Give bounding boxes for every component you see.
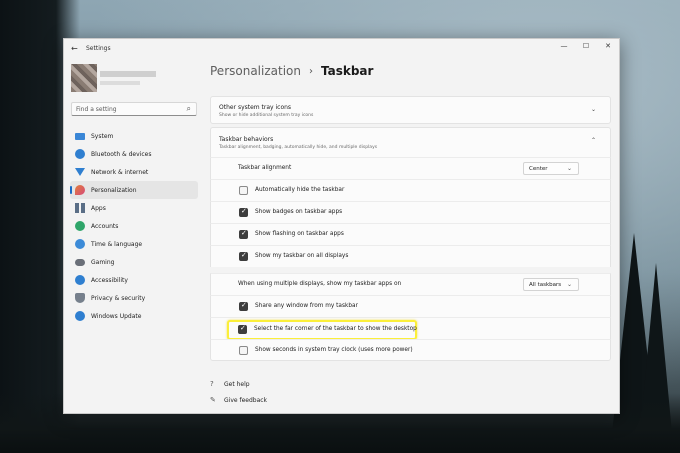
badges-checkbox[interactable] <box>239 207 248 217</box>
sidebar-item-accounts[interactable]: Accounts <box>70 217 198 235</box>
help-icon: ? <box>210 380 214 388</box>
setting-label: Select the far corner of the taskbar to … <box>254 326 417 332</box>
setting-label: Show my taskbar on all displays <box>255 253 349 259</box>
section-subtitle: Taskbar alignment, badging, automaticall… <box>219 145 378 150</box>
avatar[interactable] <box>71 64 97 92</box>
feedback-icon: ✎ <box>210 396 216 404</box>
sidebar-item-system[interactable]: System <box>70 127 198 145</box>
maximize-button[interactable]: ☐ <box>575 39 597 53</box>
chevron-up-icon[interactable]: ⌃ <box>591 137 596 144</box>
close-button[interactable]: ✕ <box>597 39 619 53</box>
accounts-icon <box>75 221 85 231</box>
sidebar-item-apps[interactable]: Apps <box>70 199 198 217</box>
sidebar-item-privacy[interactable]: Privacy & security <box>70 289 198 307</box>
multi-display-dropdown[interactable]: All taskbars ⌄ <box>523 278 579 291</box>
sidebar-item-windows-update[interactable]: Windows Update <box>70 307 198 325</box>
network-icon <box>75 168 85 176</box>
setting-row-flashing[interactable]: Show flashing on taskbar apps <box>210 223 611 245</box>
taskbar-alignment-dropdown[interactable]: Center ⌄ <box>523 162 579 175</box>
user-email-blurred <box>100 81 140 85</box>
all-displays-checkbox[interactable] <box>239 251 248 261</box>
section-subtitle: Show or hide additional system tray icon… <box>219 113 314 118</box>
setting-row-auto-hide[interactable]: Automatically hide the taskbar <box>210 179 611 201</box>
search-input[interactable] <box>76 105 182 114</box>
page-title: Taskbar <box>320 64 374 78</box>
privacy-icon <box>75 293 85 303</box>
dropdown-value: All taskbars <box>529 282 562 288</box>
setting-row-seconds[interactable]: Show seconds in system tray clock (uses … <box>210 339 611 361</box>
accessibility-icon <box>75 275 85 285</box>
sidebar-item-time-language[interactable]: Time & language <box>70 235 198 253</box>
chevron-down-icon: ⌄ <box>566 165 572 172</box>
setting-label: Share any window from my taskbar <box>255 303 358 309</box>
sidebar-item-label: Apps <box>91 204 106 212</box>
setting-row-all-displays[interactable]: Show my taskbar on all displays <box>210 245 611 267</box>
time-language-icon <box>75 239 85 249</box>
breadcrumb: Personalization › Taskbar <box>210 64 373 78</box>
sidebar-item-gaming[interactable]: Gaming <box>70 253 198 271</box>
sidebar-item-label: Bluetooth & devices <box>91 150 152 158</box>
sidebar-nav: System Bluetooth & devices Network & int… <box>70 127 198 325</box>
get-help-label: Get help <box>224 380 250 388</box>
sidebar-item-label: Windows Update <box>91 312 142 320</box>
user-name-blurred <box>100 71 156 77</box>
setting-label: Taskbar alignment <box>238 165 292 171</box>
sidebar-item-network[interactable]: Network & internet <box>70 163 198 181</box>
window-controls: — ☐ ✕ <box>553 39 619 53</box>
give-feedback-label: Give feedback <box>224 396 268 404</box>
setting-row-badges[interactable]: Show badges on taskbar apps <box>210 201 611 223</box>
share-window-checkbox[interactable] <box>239 301 248 311</box>
sidebar-item-personalization[interactable]: Personalization <box>70 181 198 199</box>
windows-update-icon <box>75 311 85 321</box>
system-icon <box>75 132 85 140</box>
get-help-link[interactable]: ? Get help <box>210 380 250 388</box>
sidebar-item-label: Accessibility <box>91 276 128 284</box>
sidebar-item-bluetooth[interactable]: Bluetooth & devices <box>70 145 198 163</box>
setting-row-taskbar-alignment: Taskbar alignment Center ⌄ <box>210 157 611 179</box>
setting-label: Automatically hide the taskbar <box>255 187 345 193</box>
sidebar-item-label: Gaming <box>91 258 115 266</box>
search-icon[interactable]: ⌕ <box>187 104 191 114</box>
dropdown-value: Center <box>529 166 548 172</box>
give-feedback-link[interactable]: ✎ Give feedback <box>210 396 267 404</box>
minimize-button[interactable]: — <box>553 39 575 53</box>
bluetooth-icon <box>75 149 85 159</box>
breadcrumb-separator: › <box>308 65 313 77</box>
setting-row-share-window[interactable]: Share any window from my taskbar <box>210 295 611 317</box>
far-corner-highlight[interactable]: Select the far corner of the taskbar to … <box>227 320 417 340</box>
sidebar-item-label: Privacy & security <box>91 294 146 302</box>
section-title: Other system tray icons <box>219 104 292 111</box>
sidebar-item-label: Personalization <box>91 186 137 194</box>
sidebar-item-accessibility[interactable]: Accessibility <box>70 271 198 289</box>
chevron-down-icon[interactable]: ⌄ <box>591 106 596 113</box>
section-title: Taskbar behaviors <box>219 136 274 143</box>
section-taskbar-behaviors[interactable]: Taskbar behaviors Taskbar alignment, bad… <box>210 127 611 157</box>
section-other-tray-icons[interactable]: Other system tray icons Show or hide add… <box>210 96 611 124</box>
sidebar-item-label: System <box>91 132 114 140</box>
back-arrow-icon[interactable]: ← <box>71 44 78 54</box>
setting-label: Show seconds in system tray clock (uses … <box>255 347 413 353</box>
personalization-icon <box>75 185 85 195</box>
window-title: Settings <box>86 45 111 52</box>
chevron-down-icon: ⌄ <box>566 281 572 288</box>
sidebar-item-label: Time & language <box>91 240 143 248</box>
apps-icon <box>75 203 85 213</box>
setting-row-multi-display: When using multiple displays, show my ta… <box>210 273 611 295</box>
setting-label: Show badges on taskbar apps <box>255 209 343 215</box>
sidebar-item-label: Accounts <box>91 222 119 230</box>
sidebar-item-label: Network & internet <box>91 168 149 176</box>
flashing-checkbox[interactable] <box>239 229 248 239</box>
far-corner-checkbox[interactable] <box>238 324 247 334</box>
titlebar: ← Settings — ☐ ✕ <box>64 39 619 59</box>
setting-label: When using multiple displays, show my ta… <box>238 281 402 287</box>
auto-hide-checkbox[interactable] <box>239 186 248 195</box>
seconds-checkbox[interactable] <box>239 346 248 355</box>
gaming-icon <box>75 258 85 266</box>
search-box[interactable]: ⌕ <box>71 102 197 116</box>
settings-window: ← Settings — ☐ ✕ ⌕ System Bluetooth & de… <box>63 38 620 414</box>
setting-label: Show flashing on taskbar apps <box>255 231 344 237</box>
breadcrumb-parent[interactable]: Personalization <box>210 64 301 78</box>
